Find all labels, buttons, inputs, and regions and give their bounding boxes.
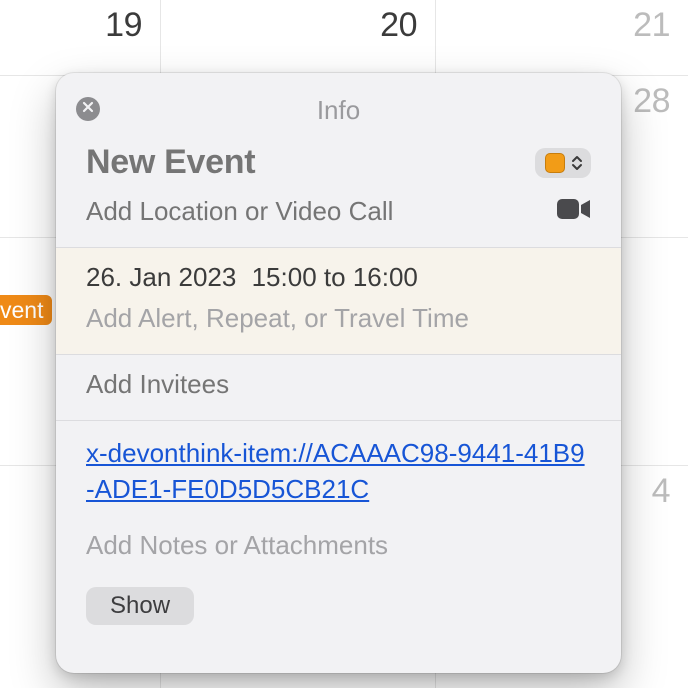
- day-number: 20: [380, 6, 417, 45]
- day-number: 19: [105, 6, 142, 45]
- popover-header: Info: [56, 73, 621, 129]
- date-time-row[interactable]: 26. Jan 2023 15:00 to 16:00: [86, 262, 591, 293]
- day-number: 21: [633, 6, 670, 45]
- invitees-input[interactable]: [86, 369, 591, 400]
- calendar-color-swatch: [545, 153, 565, 173]
- event-chip-label: vent: [0, 297, 43, 323]
- time-to-label: to: [324, 262, 346, 292]
- event-date: 26. Jan 2023: [86, 262, 236, 292]
- video-icon[interactable]: [557, 197, 591, 226]
- event-start-time: 15:00: [252, 262, 317, 292]
- alert-repeat-travel-button[interactable]: Add Alert, Repeat, or Travel Time: [86, 303, 591, 334]
- popover-title: Info: [317, 95, 360, 126]
- section-invitees: [56, 354, 621, 420]
- section-datetime: 26. Jan 2023 15:00 to 16:00 Add Alert, R…: [56, 247, 621, 354]
- day-cell[interactable]: 20: [160, 0, 435, 75]
- calendar-picker[interactable]: [535, 148, 591, 178]
- close-icon: [82, 100, 94, 118]
- section-url-notes: x-devonthink-item://ACAAAC98-9441-41B9-A…: [56, 420, 621, 645]
- event-url-link[interactable]: x-devonthink-item://ACAAAC98-9441-41B9-A…: [86, 438, 585, 504]
- event-title-input[interactable]: [86, 143, 466, 182]
- day-cell[interactable]: 21: [435, 0, 688, 75]
- notes-input[interactable]: Add Notes or Attachments: [86, 530, 591, 561]
- event-chip[interactable]: vent: [0, 295, 52, 325]
- day-cell[interactable]: 19: [0, 0, 160, 75]
- show-button[interactable]: Show: [86, 587, 194, 625]
- location-input[interactable]: [86, 196, 557, 227]
- event-end-time: 16:00: [353, 262, 418, 292]
- up-down-icon: [571, 155, 583, 171]
- day-number: 4: [652, 472, 670, 511]
- day-number: 28: [633, 82, 670, 121]
- event-info-popover: Info 26. Jan 2023 15:00 to 16:00: [56, 73, 621, 673]
- close-button[interactable]: [76, 97, 100, 121]
- section-title: [56, 129, 621, 247]
